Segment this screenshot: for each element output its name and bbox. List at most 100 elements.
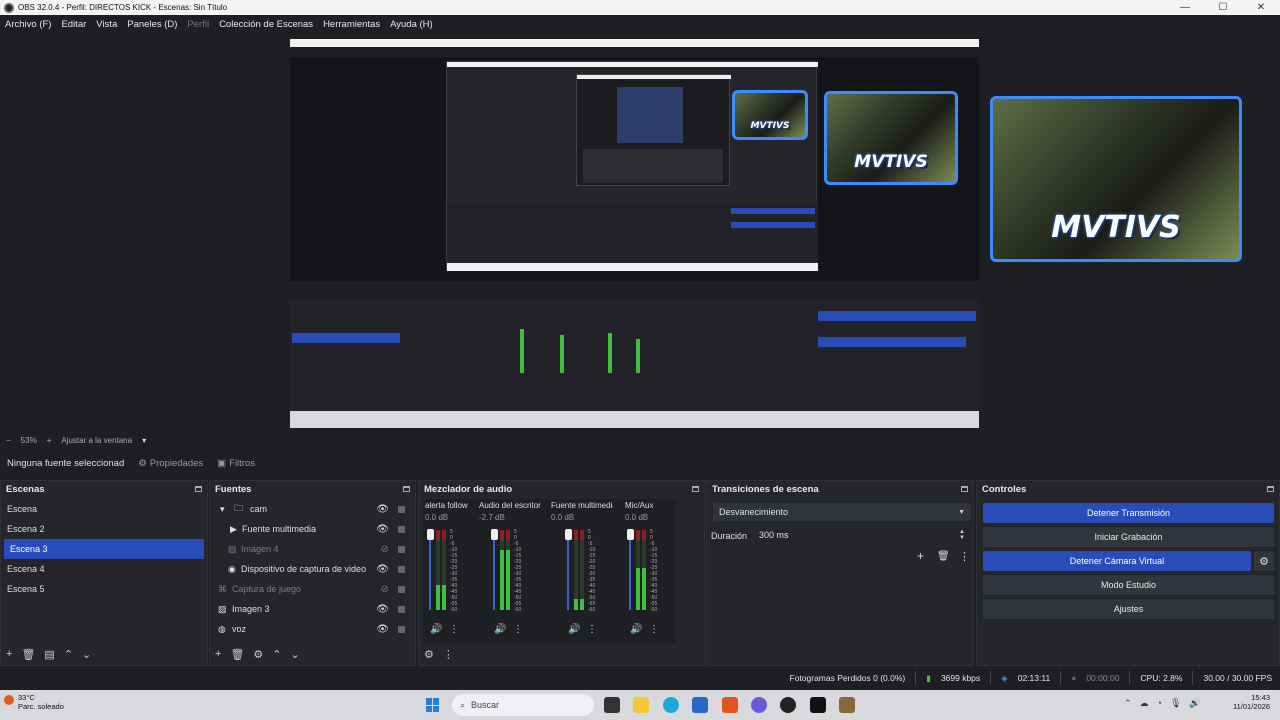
add-source-button[interactable]: +	[215, 648, 221, 661]
gear-icon[interactable]: ⚙	[424, 648, 434, 661]
volume-fader[interactable]	[493, 530, 495, 610]
more-icon[interactable]: ⋮	[443, 648, 454, 661]
add-transition-button[interactable]: +	[917, 549, 924, 563]
preview-canvas[interactable]: MVTIVS MVTIVS	[290, 39, 979, 428]
source-item[interactable]: ⌘ Captura de juego ⊘	[210, 579, 415, 599]
eye-icon[interactable]: 👁	[376, 624, 389, 635]
cloud-icon[interactable]: ☁	[1140, 698, 1149, 709]
add-scene-button[interactable]: +	[6, 648, 12, 661]
lock-icon[interactable]	[398, 565, 405, 573]
filter-icon[interactable]: ▤	[44, 648, 54, 661]
lock-icon[interactable]	[398, 585, 405, 593]
stop-streaming-button[interactable]: Detener Transmisión	[983, 503, 1274, 523]
file-explorer-icon[interactable]	[633, 697, 649, 713]
lock-icon[interactable]	[398, 505, 405, 513]
start-recording-button[interactable]: Iniciar Grabación	[983, 527, 1274, 547]
filters-button[interactable]: ▣ Filtros	[217, 458, 255, 469]
app-icon-2[interactable]	[839, 697, 855, 713]
scene-item[interactable]: Escena	[1, 499, 207, 519]
volume-fader[interactable]	[567, 530, 569, 610]
gear-icon[interactable]: ⚙	[253, 648, 263, 661]
move-down-icon[interactable]: ⌄	[82, 648, 91, 661]
eye-off-icon[interactable]: ⊘	[381, 544, 389, 555]
weather-widget[interactable]: 33°C Parc. soleado	[4, 693, 64, 711]
scene-item[interactable]: Escena 5	[1, 579, 207, 599]
edge-icon[interactable]	[663, 697, 679, 713]
channel-more-icon[interactable]: ⋮	[587, 624, 597, 635]
undock-icon[interactable]	[1267, 486, 1274, 492]
source-item[interactable]: ◍ voz 👁	[210, 619, 415, 639]
more-icon[interactable]: ⋮	[959, 550, 970, 563]
source-item[interactable]: ▾ 🗀 cam 👁	[210, 499, 415, 519]
eye-icon[interactable]: 👁	[376, 504, 389, 515]
scene-item[interactable]: Escena 4	[1, 559, 207, 579]
channel-more-icon[interactable]: ⋮	[449, 624, 459, 635]
chevron-down-icon[interactable]: ▾	[142, 436, 146, 445]
undock-icon[interactable]	[403, 486, 410, 492]
volume-fader[interactable]	[629, 530, 631, 610]
clock[interactable]: 15:43 11/01/2026	[1233, 693, 1270, 711]
trash-icon[interactable]: 🗑	[21, 648, 35, 661]
eye-icon[interactable]: 👁	[376, 564, 389, 575]
fit-to-window-select[interactable]: Ajustar a la ventana	[61, 436, 132, 445]
fader-knob[interactable]	[491, 529, 498, 540]
channel-more-icon[interactable]: ⋮	[649, 624, 659, 635]
mute-speaker-icon[interactable]: 🔊	[630, 624, 642, 635]
fader-knob[interactable]	[565, 529, 572, 540]
app-icon[interactable]	[810, 697, 826, 713]
settings-button[interactable]: Ajustes	[983, 599, 1274, 619]
source-item[interactable]: ▨ Imagen 3 👁	[210, 599, 415, 619]
undock-icon[interactable]	[195, 486, 202, 492]
move-down-icon[interactable]: ⌄	[291, 648, 300, 661]
mute-speaker-icon[interactable]: 🔊	[568, 624, 580, 635]
store-icon[interactable]	[692, 697, 708, 713]
studio-mode-button[interactable]: Modo Estudio	[983, 575, 1274, 595]
duration-input[interactable]: 300 ms ▲ ▼	[751, 527, 971, 543]
minimize-button[interactable]: —	[1166, 2, 1204, 13]
move-up-icon[interactable]: ⌃	[64, 648, 73, 661]
trash-icon[interactable]: 🗑	[230, 648, 244, 661]
move-up-icon[interactable]: ⌃	[272, 648, 281, 661]
properties-button[interactable]: ⚙ Propiedades	[138, 458, 203, 469]
lock-icon[interactable]	[398, 525, 405, 533]
scene-item-selected[interactable]: Escena 3	[4, 539, 204, 559]
source-item[interactable]: ◉ Dispositivo de captura de video 👁	[210, 559, 415, 579]
stop-virtual-camera-button[interactable]: Detener Cámara Virtual	[983, 551, 1251, 571]
chevron-up-icon[interactable]: ⌃	[1124, 698, 1132, 709]
taskbar-search[interactable]: ⌕ Buscar	[452, 694, 594, 716]
lock-icon[interactable]	[398, 605, 405, 613]
brave-icon[interactable]	[722, 697, 738, 713]
menu-coleccion-escenas[interactable]: Colección de Escenas	[219, 19, 313, 30]
volume-fader[interactable]	[429, 530, 431, 610]
lock-icon[interactable]	[398, 625, 405, 633]
mic-icon[interactable]: 🎙	[1170, 698, 1181, 709]
fader-knob[interactable]	[627, 529, 634, 540]
source-item[interactable]: ▨ Imagen 4 ⊘	[210, 539, 415, 559]
start-button[interactable]	[426, 698, 440, 712]
eye-off-icon[interactable]: ⊘	[381, 584, 389, 595]
spinner-icon[interactable]: ▲ ▼	[959, 529, 965, 541]
close-button[interactable]: ✕	[1242, 2, 1280, 13]
menu-ayuda[interactable]: Ayuda (H)	[390, 19, 433, 30]
maximize-button[interactable]: ☐	[1204, 2, 1242, 13]
obs-icon[interactable]	[780, 697, 796, 713]
discord-icon[interactable]	[751, 697, 767, 713]
mute-speaker-icon[interactable]: 🔊	[430, 624, 442, 635]
source-item[interactable]: ▶ Fuente multimedia 👁	[210, 519, 415, 539]
wifi-icon[interactable]: ◔	[1157, 698, 1162, 709]
menu-vista[interactable]: Vista	[96, 19, 117, 30]
zoom-out-button[interactable]: −	[6, 436, 11, 445]
menu-perfil[interactable]: Perfil	[187, 19, 209, 30]
lock-icon[interactable]	[398, 545, 405, 553]
menu-herramientas[interactable]: Herramientas	[323, 19, 380, 30]
menu-archivo[interactable]: Archivo (F)	[5, 19, 51, 30]
undock-icon[interactable]	[692, 486, 699, 492]
zoom-in-button[interactable]: +	[47, 436, 52, 445]
menu-editar[interactable]: Editar	[61, 19, 86, 30]
eye-icon[interactable]: 👁	[376, 604, 389, 615]
task-view-icon[interactable]	[604, 697, 620, 713]
eye-icon[interactable]: 👁	[376, 524, 389, 535]
trash-icon[interactable]: 🗑	[937, 551, 950, 562]
virtual-camera-settings-gear-icon[interactable]: ⚙	[1254, 551, 1274, 571]
mute-speaker-icon[interactable]: 🔊	[494, 624, 506, 635]
